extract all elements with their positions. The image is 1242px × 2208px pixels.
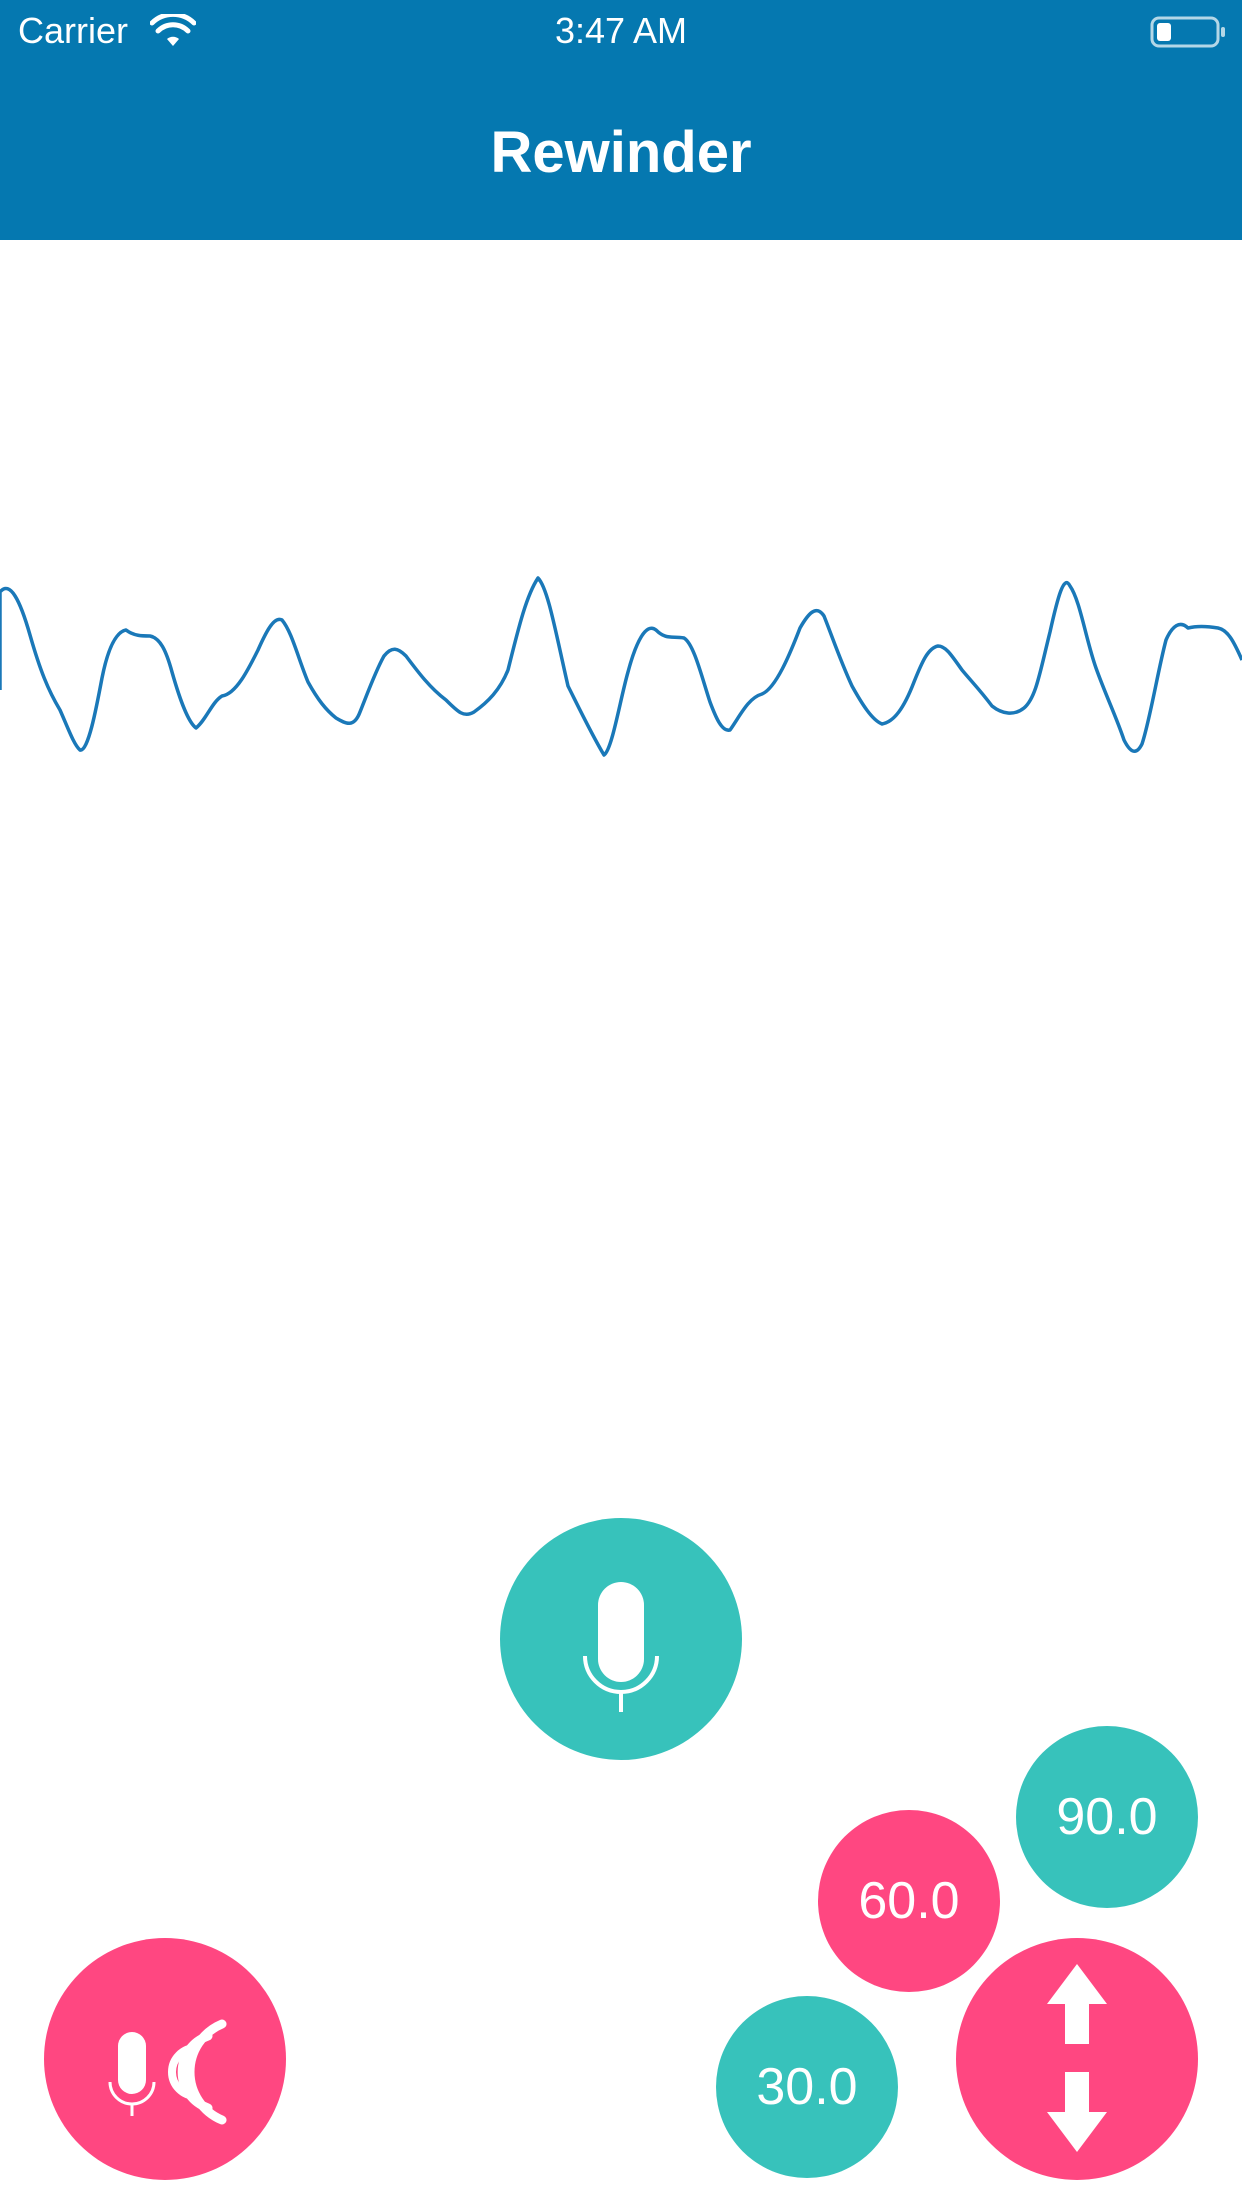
- direction-toggle-button[interactable]: [956, 1938, 1198, 2180]
- battery-icon: [1150, 16, 1225, 48]
- record-button[interactable]: [500, 1518, 742, 1760]
- microphone-broadcast-icon: [108, 2019, 227, 2125]
- audio-waveform: [0, 576, 1242, 757]
- microphone-icon: [583, 1582, 659, 1712]
- waveform-line: [0, 576, 1242, 757]
- up-down-arrows-icon: [1047, 1964, 1107, 2152]
- navigation-header: Carrier 3:47 AM Rewinder: [0, 0, 1242, 240]
- status-bar: Carrier 3:47 AM: [0, 0, 1242, 60]
- speed-60-button[interactable]: 60.0: [818, 1810, 1000, 1992]
- page-title: Rewinder: [490, 120, 752, 185]
- speed-90-button[interactable]: 90.0: [1016, 1726, 1198, 1908]
- listen-button[interactable]: [44, 1938, 286, 2180]
- speed-30-button[interactable]: 30.0: [716, 1996, 898, 2178]
- status-time: 3:47 AM: [554, 10, 688, 51]
